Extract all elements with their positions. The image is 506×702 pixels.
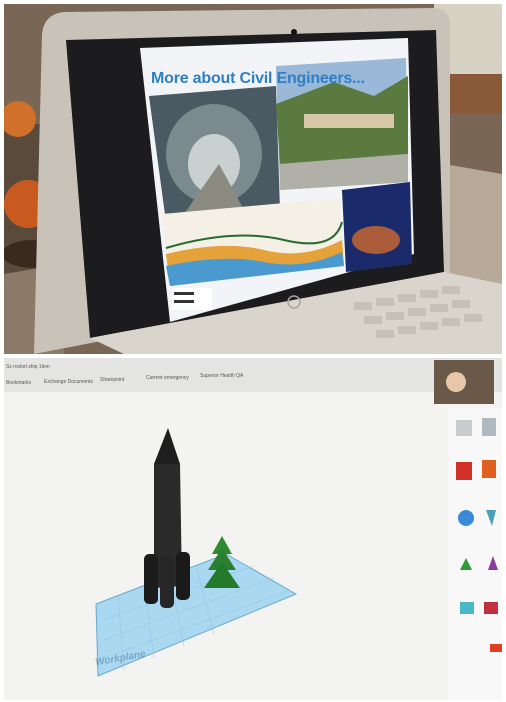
- cylinder-shape-icon: [482, 418, 496, 436]
- slide-title: More about Civil Engineers...: [151, 70, 365, 87]
- round-roof-icon: [460, 602, 474, 614]
- scroll-button[interactable]: [490, 644, 502, 652]
- bookmark-item[interactable]: Sharepoint: [100, 377, 124, 383]
- laptop-scene: [4, 4, 502, 354]
- rocket-booster-right: [176, 552, 190, 600]
- box-shape-icon: [456, 420, 472, 436]
- rocket-design-photo: Ss rocket ship 1lem Bookmarks Exchange D…: [4, 358, 502, 700]
- red-box-icon: [456, 462, 472, 480]
- rocket-booster-center: [160, 556, 174, 608]
- sphere-shape-icon: [458, 510, 474, 526]
- bookmark-item[interactable]: Exchange Documents: [44, 379, 93, 385]
- tab-title: Ss rocket ship 1lem: [6, 364, 50, 370]
- tinkercad-scene: [4, 358, 502, 700]
- rocket-booster-left: [144, 554, 158, 604]
- photo-collage: More about Civil Engineers... Ss rocket …: [0, 0, 506, 702]
- browser-bar: [4, 358, 502, 392]
- bookmark-item[interactable]: Superior Health QA: [200, 373, 243, 379]
- half-sphere-icon: [484, 602, 498, 614]
- webcam-icon: [291, 29, 297, 35]
- bookmark-item[interactable]: Bookmarks: [6, 380, 31, 386]
- laptop-photo: More about Civil Engineers...: [4, 4, 502, 354]
- bookmark-item[interactable]: Current emergency: [146, 375, 189, 381]
- orange-cylinder-icon: [482, 460, 496, 478]
- shapes-panel: [448, 408, 502, 700]
